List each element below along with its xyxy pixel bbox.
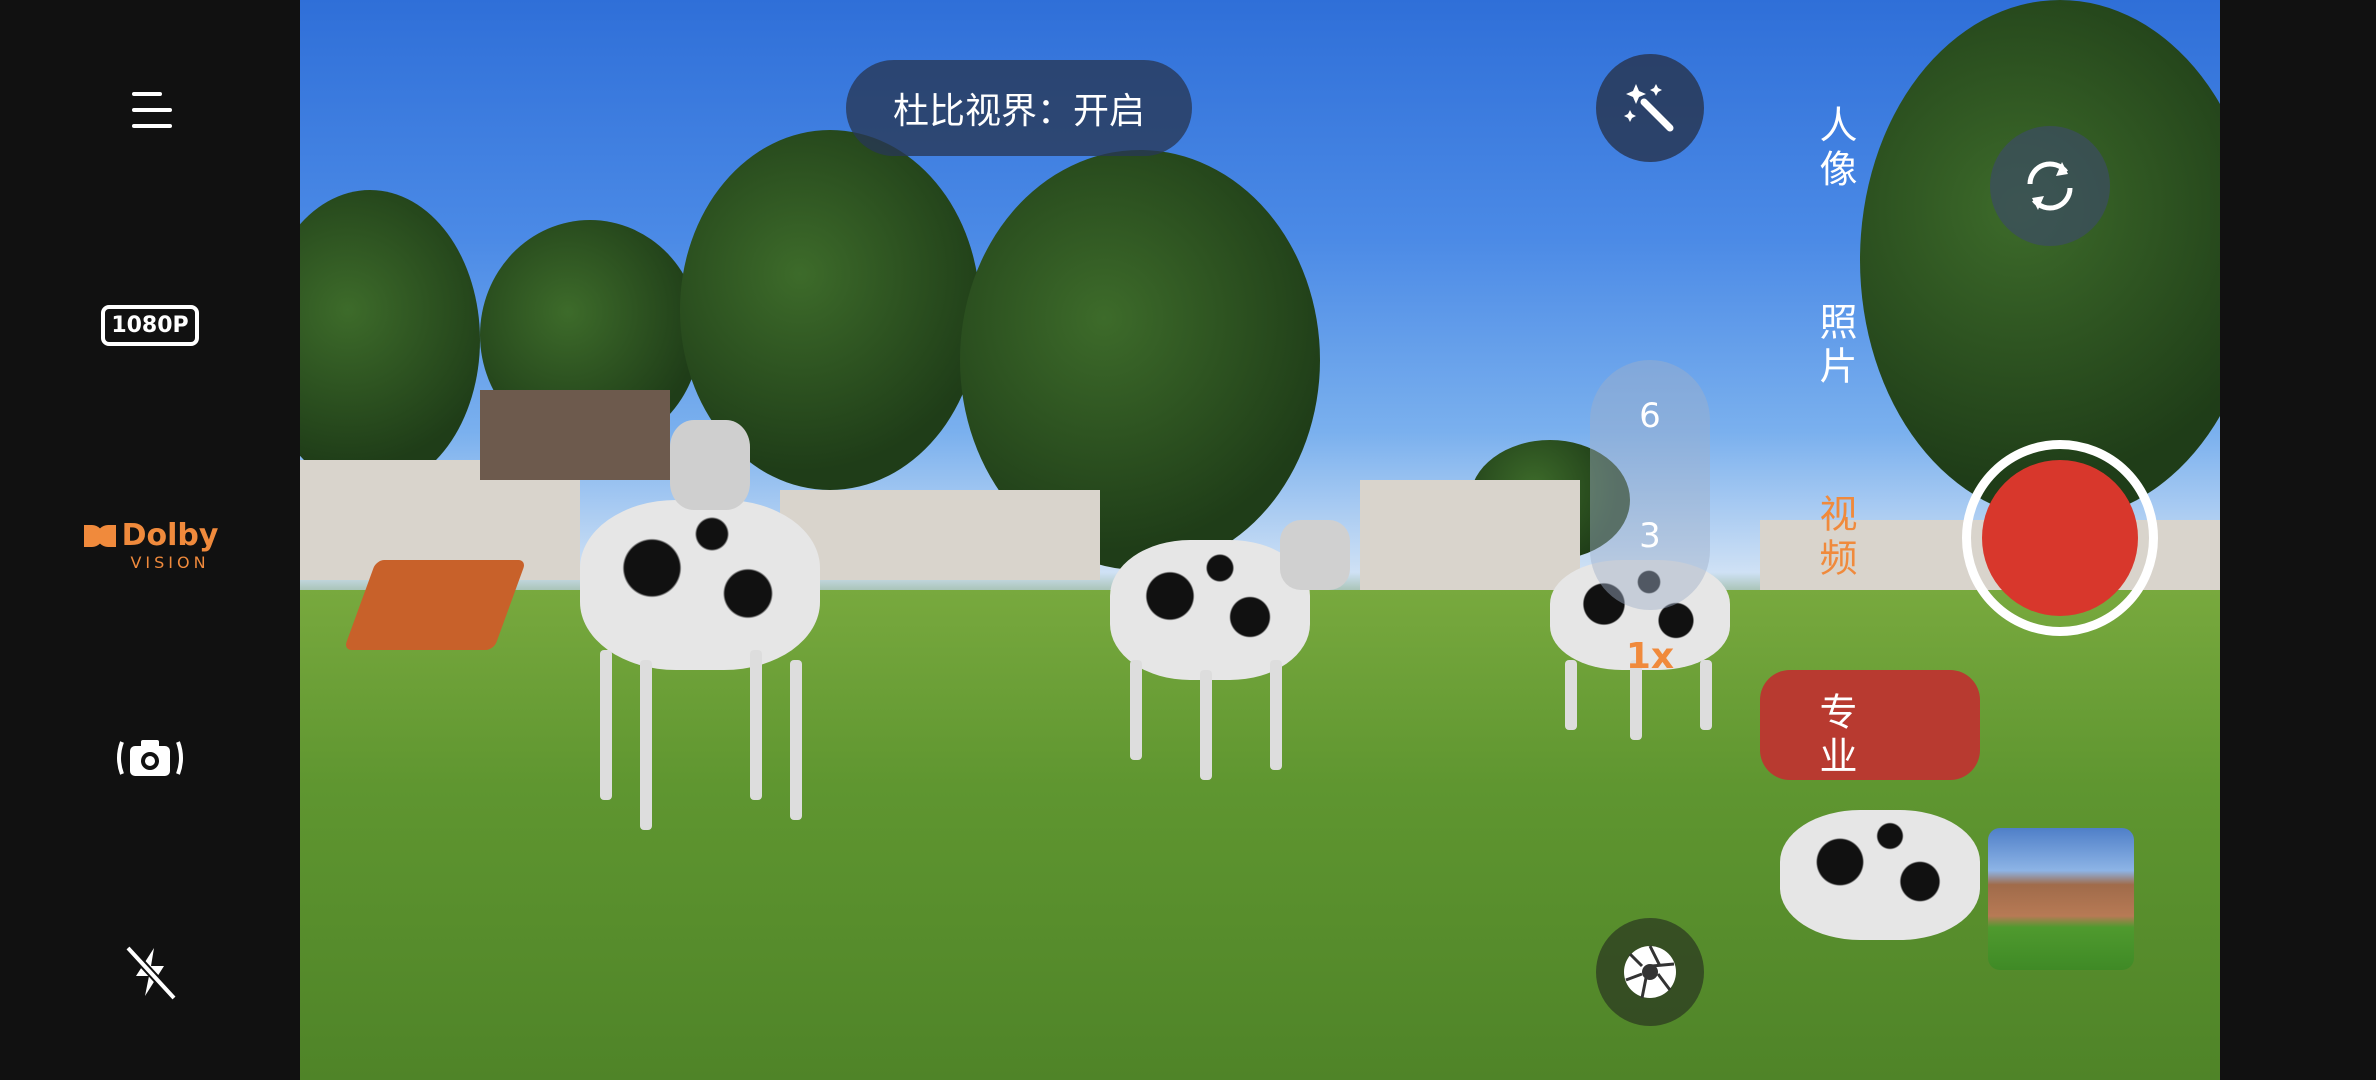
flash-button[interactable] [0,940,300,1004]
zoom-current-label[interactable]: 1x [1590,636,1710,677]
mode-pro[interactable]: 专业 [1808,692,1863,780]
dolby-label: Dolby [121,518,219,553]
building [1360,480,1580,600]
dolby-vision-button[interactable]: Dolby VISION [0,510,300,580]
record-button[interactable] [1962,440,2158,636]
fallen-cow-sculpture [1760,810,2000,950]
magic-wand-icon [1624,84,1674,132]
stabilization-button[interactable] [0,728,300,788]
tree [300,190,480,490]
red-barrel-sculpture [1760,670,2040,800]
resolution-label: 1080P [101,304,199,346]
right-edge-bar [2220,0,2376,1080]
mode-photo[interactable]: 照片 [1808,302,1863,390]
filter-button[interactable] [1596,918,1704,1026]
dolby-status-toast: 杜比视界：开启 [846,60,1192,156]
switch-camera-button[interactable] [1990,126,2110,246]
left-control-bar: 1080P Dolby VISION [0,0,300,1080]
mode-portrait[interactable]: 人像 [1808,105,1863,193]
flash-off-icon [125,945,177,1001]
mode-video[interactable]: 视频 [1808,494,1863,582]
aperture-icon [1624,945,1676,999]
cow-sculpture [580,400,840,830]
record-button-core [1982,460,2138,616]
zoom-level-6[interactable]: 6 [1590,396,1710,436]
menu-icon [132,92,172,128]
camera-screen: 1080P Dolby VISION 杜比视界：开启 6 3 1x 人像 照片 … [0,0,2376,1080]
switch-camera-icon [2027,161,2073,211]
dolby-logo-icon [83,524,116,547]
dolby-sub-label: VISION [130,553,210,572]
cow-sculpture [1110,520,1350,780]
gallery-thumbnail[interactable] [1988,828,2134,970]
zoom-level-3[interactable]: 3 [1590,516,1710,556]
zoom-selector[interactable]: 6 3 [1590,360,1710,610]
dolby-status-text: 杜比视界：开启 [892,91,1145,132]
ai-scene-button[interactable] [1596,54,1704,162]
viewfinder[interactable]: 杜比视界：开启 6 3 1x 人像 照片 视频 专业 [300,0,2220,1080]
resolution-button[interactable]: 1080P [0,295,300,355]
menu-button[interactable] [0,80,300,140]
camera-stabilizer-icon [117,740,183,776]
